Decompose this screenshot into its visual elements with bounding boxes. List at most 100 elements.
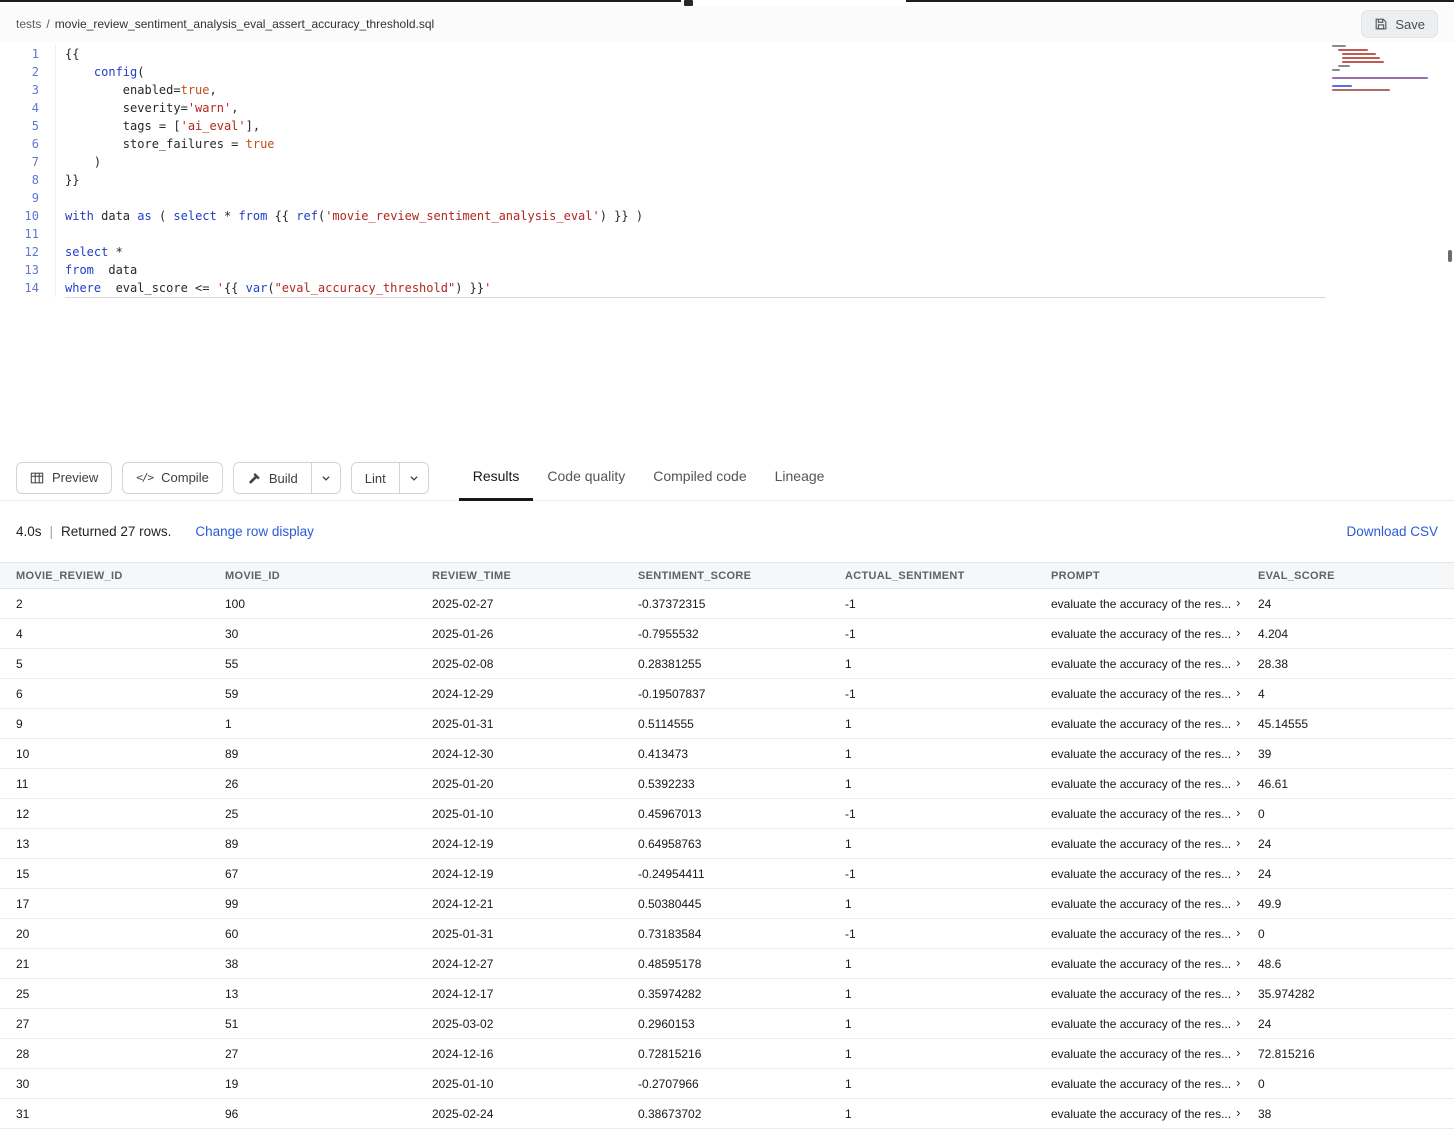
prompt-expand-icon[interactable]: › bbox=[1236, 987, 1240, 1000]
code-token: ' bbox=[217, 281, 224, 295]
code-token: * bbox=[217, 209, 239, 223]
prompt-text: evaluate the accuracy of the res... bbox=[1051, 867, 1231, 881]
table-row: 20602025-01-310.73183584-1evaluate the a… bbox=[0, 919, 1454, 949]
prompt-expand-icon[interactable]: › bbox=[1236, 867, 1240, 880]
download-csv-link[interactable]: Download CSV bbox=[1346, 524, 1438, 539]
table-cell: 13 bbox=[0, 837, 209, 851]
table-cell: 2 bbox=[0, 597, 209, 611]
code-line[interactable]: select * bbox=[65, 243, 1454, 261]
minimap-line bbox=[1332, 45, 1346, 47]
tabstrip-line-left bbox=[0, 0, 681, 2]
save-button[interactable]: Save bbox=[1361, 10, 1438, 38]
code-line[interactable]: tags = ['ai_eval'], bbox=[65, 117, 1454, 135]
code-line[interactable]: store_failures = true bbox=[65, 135, 1454, 153]
change-row-display-link[interactable]: Change row display bbox=[195, 524, 314, 539]
code-line[interactable]: ) bbox=[65, 153, 1454, 171]
results-table: MOVIE_REVIEW_IDMOVIE_IDREVIEW_TIMESENTIM… bbox=[0, 562, 1454, 1129]
code-token: tags = [ bbox=[65, 119, 181, 133]
table-cell: 0.64958763 bbox=[622, 837, 829, 851]
table-cell: 48.6 bbox=[1242, 957, 1454, 971]
line-number: 9 bbox=[0, 189, 55, 207]
table-cell: 89 bbox=[209, 747, 416, 761]
table-cell: -1 bbox=[829, 807, 1035, 821]
prompt-expand-icon[interactable]: › bbox=[1236, 627, 1240, 640]
lint-dropdown-button[interactable] bbox=[399, 463, 428, 493]
table-cell: 12 bbox=[0, 807, 209, 821]
table-cell: 1 bbox=[829, 717, 1035, 731]
prompt-expand-icon[interactable]: › bbox=[1236, 807, 1240, 820]
code-token: store_failures = bbox=[65, 137, 246, 151]
prompt-expand-icon[interactable]: › bbox=[1236, 1077, 1240, 1090]
table-cell: 38 bbox=[209, 957, 416, 971]
table-cell: 1 bbox=[829, 747, 1035, 761]
code-line[interactable]: severity='warn', bbox=[65, 99, 1454, 117]
table-row: 4302025-01-26-0.7955532-1evaluate the ac… bbox=[0, 619, 1454, 649]
code-line[interactable]: }} bbox=[65, 171, 1454, 189]
query-time: 4.0s bbox=[16, 524, 42, 539]
lint-button[interactable]: Lint bbox=[352, 463, 399, 494]
tab-lineage[interactable]: Lineage bbox=[761, 455, 839, 501]
minimap-line bbox=[1332, 85, 1352, 87]
prompt-expand-icon[interactable]: › bbox=[1236, 717, 1240, 730]
code-token: 'ai_eval' bbox=[181, 119, 246, 133]
table-cell: 24 bbox=[1242, 1017, 1454, 1031]
table-cell: 26 bbox=[209, 777, 416, 791]
table-cell: 0.48595178 bbox=[622, 957, 829, 971]
prompt-expand-icon[interactable]: › bbox=[1236, 1017, 1240, 1030]
prompt-expand-icon[interactable]: › bbox=[1236, 1107, 1240, 1120]
code-line[interactable]: from data bbox=[65, 261, 1454, 279]
table-cell: 1 bbox=[829, 1107, 1035, 1121]
table-cell: 72.815216 bbox=[1242, 1047, 1454, 1061]
code-line[interactable] bbox=[65, 225, 1454, 243]
tab-results[interactable]: Results bbox=[459, 455, 534, 501]
lint-split-button: Lint bbox=[351, 462, 429, 494]
prompt-expand-icon[interactable]: › bbox=[1236, 777, 1240, 790]
table-cell: 51 bbox=[209, 1017, 416, 1031]
tab-code-quality[interactable]: Code quality bbox=[533, 455, 639, 501]
prompt-expand-icon[interactable]: › bbox=[1236, 837, 1240, 850]
compile-button[interactable]: </> Compile bbox=[122, 462, 223, 494]
code-lines[interactable]: {{ config( enabled=true, severity='warn'… bbox=[56, 45, 1454, 297]
table-cell: 2025-01-10 bbox=[416, 807, 622, 821]
prompt-expand-icon[interactable]: › bbox=[1236, 657, 1240, 670]
minimap-line bbox=[1338, 65, 1350, 67]
line-number: 13 bbox=[0, 261, 55, 279]
table-row: 10892024-12-300.4134731evaluate the accu… bbox=[0, 739, 1454, 769]
code-line[interactable]: {{ bbox=[65, 45, 1454, 63]
table-cell: 11 bbox=[0, 777, 209, 791]
code-line[interactable]: enabled=true, bbox=[65, 81, 1454, 99]
prompt-expand-icon[interactable]: › bbox=[1236, 957, 1240, 970]
code-token: ], bbox=[246, 119, 260, 133]
table-cell: 0.38673702 bbox=[622, 1107, 829, 1121]
prompt-expand-icon[interactable]: › bbox=[1236, 1047, 1240, 1060]
minimap[interactable] bbox=[1332, 45, 1444, 93]
prompt-expand-icon[interactable]: › bbox=[1236, 747, 1240, 760]
breadcrumb-root[interactable]: tests bbox=[16, 17, 41, 31]
table-cell: 1 bbox=[829, 657, 1035, 671]
preview-button[interactable]: Preview bbox=[16, 462, 112, 494]
code-token: "eval_accuracy_threshold" bbox=[275, 281, 456, 295]
action-toolbar: Preview </> Compile Build bbox=[0, 455, 1454, 501]
build-button[interactable]: Build bbox=[234, 463, 311, 494]
editor-scrollbar-thumb[interactable] bbox=[1448, 250, 1452, 262]
code-line[interactable] bbox=[65, 189, 1454, 207]
prompt-expand-icon[interactable]: › bbox=[1236, 897, 1240, 910]
prompt-expand-icon[interactable]: › bbox=[1236, 597, 1240, 610]
table-cell: 0.28381255 bbox=[622, 657, 829, 671]
tab-compiled-code[interactable]: Compiled code bbox=[639, 455, 760, 501]
code-line[interactable]: where eval_score <= '{{ var("eval_accura… bbox=[65, 279, 1454, 297]
prompt-expand-icon[interactable]: › bbox=[1236, 927, 1240, 940]
prompt-expand-icon[interactable]: › bbox=[1236, 687, 1240, 700]
table-cell: -0.2707966 bbox=[622, 1077, 829, 1091]
table-cell: 20 bbox=[0, 927, 209, 941]
file-tab-icon bbox=[684, 0, 693, 6]
sql-editor[interactable]: 1234567891011121314 {{ config( enabled=t… bbox=[0, 42, 1454, 455]
code-token: select bbox=[65, 245, 108, 259]
code-line[interactable]: with data as ( select * from {{ ref('mov… bbox=[65, 207, 1454, 225]
line-number: 2 bbox=[0, 63, 55, 81]
minimap-line bbox=[1332, 89, 1390, 91]
build-dropdown-button[interactable] bbox=[311, 463, 340, 493]
save-button-label: Save bbox=[1395, 17, 1425, 32]
code-token: {{ bbox=[65, 47, 79, 61]
code-line[interactable]: config( bbox=[65, 63, 1454, 81]
